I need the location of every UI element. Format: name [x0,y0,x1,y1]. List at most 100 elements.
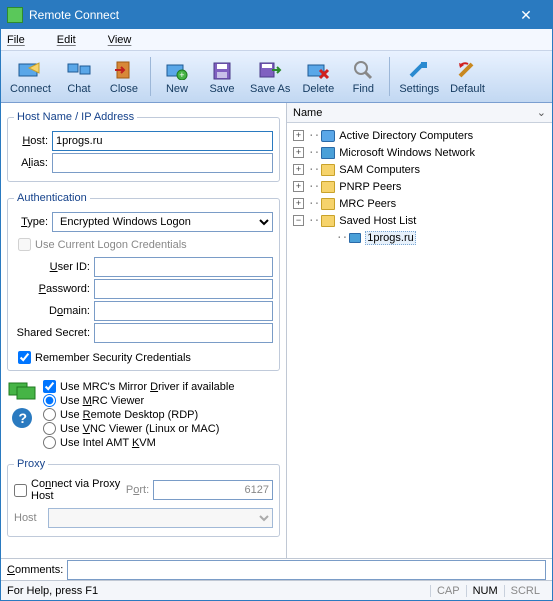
host-group: Host Name / IP Address Host: Alias: [7,111,280,182]
settings-icon [406,59,432,81]
expander-icon[interactable]: + [293,181,304,192]
secret-input[interactable] [94,323,273,343]
tree-node-sam[interactable]: +··SAM Computers [291,161,548,178]
auth-group-legend: Authentication [14,192,90,204]
svg-text:?: ? [19,410,28,426]
svg-text:+: + [179,70,184,80]
tree-node-shl[interactable]: −··Saved Host List [291,212,548,229]
expander-icon[interactable]: + [293,147,304,158]
rdp-label: Use Remote Desktop (RDP) [60,409,198,421]
use-current-logon-label: Use Current Logon Credentials [35,239,187,251]
comments-label: Comments: [7,564,63,576]
close-icon [111,59,137,81]
proxy-host-select [48,508,273,528]
menu-file[interactable]: File [7,34,41,46]
new-icon: + [164,59,190,81]
alias-label: Alias: [14,157,48,169]
folder-open-icon [321,215,335,227]
remember-credentials-checkbox[interactable] [18,351,31,364]
status-help: For Help, press F1 [7,585,430,597]
new-button[interactable]: + New [155,55,199,98]
rdp-radio[interactable] [43,408,56,421]
help-icon[interactable]: ? [11,407,33,429]
alias-input[interactable] [52,153,273,173]
userid-label: User ID: [14,261,90,273]
tree-connector [321,232,332,243]
tree-header[interactable]: Name ⌄ [287,103,552,123]
tree-node-host1[interactable]: ··1progs.ru [291,229,548,246]
saveas-button[interactable]: Save As [245,55,295,98]
vnc-radio[interactable] [43,422,56,435]
window-close-button[interactable]: ✕ [506,1,546,29]
left-panel: Host Name / IP Address Host: Alias: Auth… [1,103,287,558]
domain-label: Domain: [14,305,90,317]
auth-type-label: Type: [14,216,48,228]
mrc-viewer-label: Use MRC Viewer [60,395,144,407]
vnc-label: Use VNC Viewer (Linux or MAC) [60,423,219,435]
right-panel: Name ⌄ +··Active Directory Computers+··M… [287,103,552,558]
chevron-down-icon: ⌄ [537,106,546,119]
host-input[interactable] [52,131,273,151]
tree-node-label: PNRP Peers [339,181,401,193]
amt-kvm-label: Use Intel AMT KVM [60,437,156,449]
tree-node-label: Microsoft Windows Network [339,147,475,159]
tree-node-label: Active Directory Computers [339,130,473,142]
proxy-group-legend: Proxy [14,458,48,470]
status-num: NUM [466,585,504,597]
tree-node-label: 1progs.ru [365,231,415,245]
settings-button[interactable]: Settings [394,55,444,98]
default-button[interactable]: Default [445,55,490,98]
proxy-port-input [153,480,273,500]
tree-node-label: SAM Computers [339,164,420,176]
monitor-icon [7,379,37,403]
tree-node-ad[interactable]: +··Active Directory Computers [291,127,548,144]
expander-icon[interactable]: − [293,215,304,226]
window-title: Remote Connect [29,8,506,22]
password-input[interactable] [94,279,273,299]
proxy-group: Proxy Connect via Proxy Host Port: Host [7,458,280,537]
find-button[interactable]: Find [341,55,385,98]
mrc-viewer-radio[interactable] [43,394,56,407]
options-block: ? Use MRC's Mirror Driver if available U… [7,379,280,450]
close-button[interactable]: Close [102,55,146,98]
connect-icon [17,59,43,81]
auth-type-select[interactable]: Encrypted Windows Logon [52,212,273,232]
proxy-connect-checkbox[interactable] [14,484,27,497]
save-button[interactable]: Save [200,55,244,98]
mirror-driver-checkbox[interactable] [43,380,56,393]
mirror-driver-label: Use MRC's Mirror Driver if available [60,381,234,393]
status-cap: CAP [430,585,466,597]
find-icon [350,59,376,81]
userid-input[interactable] [94,257,273,277]
chat-button[interactable]: Chat [57,55,101,98]
delete-button[interactable]: Delete [296,55,340,98]
expander-icon[interactable]: + [293,130,304,141]
tree-header-label: Name [293,107,322,119]
domain-input[interactable] [94,301,273,321]
app-icon [7,7,23,23]
chat-icon [66,59,92,81]
saveas-icon [257,59,283,81]
expander-icon[interactable]: + [293,198,304,209]
connect-button[interactable]: Connect [5,55,56,98]
tree-node-mwn[interactable]: +··Microsoft Windows Network [291,144,548,161]
amt-kvm-radio[interactable] [43,436,56,449]
tree[interactable]: +··Active Directory Computers+··Microsof… [287,123,552,558]
host-label: Host: [14,135,48,147]
toolbar: Connect Chat Close + New Save Save As [1,51,552,103]
folder-icon [321,164,335,176]
menu-view[interactable]: View [108,34,148,46]
toolbar-separator [150,57,151,96]
toolbar-separator [389,57,390,96]
folder-icon [321,198,335,210]
folder-icon [321,181,335,193]
remember-credentials-label: Remember Security Credentials [35,352,191,364]
tree-node-pnrp[interactable]: +··PNRP Peers [291,178,548,195]
tree-node-mrc[interactable]: +··MRC Peers [291,195,548,212]
default-icon [455,59,481,81]
folder-blue-icon [321,130,335,142]
auth-group: Authentication Type: Encrypted Windows L… [7,192,280,371]
menu-edit[interactable]: Edit [57,34,92,46]
expander-icon[interactable]: + [293,164,304,175]
comments-input[interactable] [67,560,546,580]
